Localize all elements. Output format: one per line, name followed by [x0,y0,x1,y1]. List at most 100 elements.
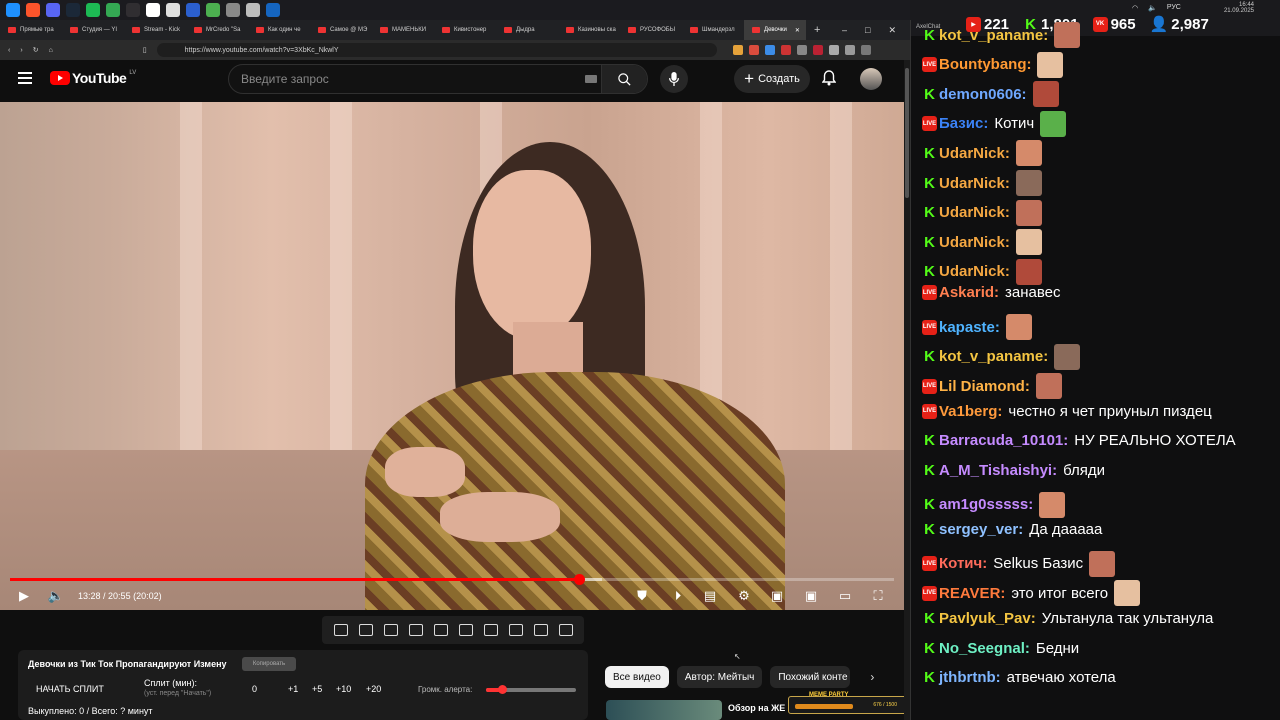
alert-volume-slider[interactable] [486,685,576,694]
broadcast-icon[interactable] [358,624,373,636]
speed-icon[interactable] [483,624,498,636]
extension-icon[interactable] [780,45,791,55]
app-icon[interactable] [166,3,180,17]
close-tab-icon[interactable]: ✕ [795,27,800,34]
browser-tab[interactable]: МАМЕНЬКИ [372,20,434,40]
chat-username[interactable]: Barracuda_10101: [939,432,1068,449]
discord-icon[interactable] [46,3,60,17]
browser-tab[interactable]: Казиновы ска [558,20,620,40]
chat-username[interactable]: Bountybang: [939,56,1031,73]
frame-icon[interactable] [458,624,473,636]
browser-tab[interactable]: Как один че [248,20,310,40]
extension-icon[interactable] [860,45,871,55]
gear-icon[interactable] [558,624,573,636]
reload-icon[interactable]: ↻ [33,46,39,54]
add-icon[interactable] [508,624,523,636]
browser-tab[interactable]: Прямые тра [0,20,62,40]
chat-username[interactable]: jthbrtnb: [939,669,1001,686]
browser-tab[interactable]: Студия — YI [62,20,124,40]
chat-username[interactable]: Котич: [939,555,987,572]
windows-icon[interactable] [6,3,20,17]
increment-button[interactable]: +1 [288,684,298,694]
fullscreen-icon[interactable]: ⛶ [870,588,886,604]
extension-icon[interactable] [844,45,855,55]
scrollbar-thumb[interactable] [905,68,909,198]
wifi-icon[interactable]: ◠ [1132,4,1138,12]
chip-similar[interactable]: Похожий конте [770,666,851,688]
chat-username[interactable]: REAVER: [939,585,1005,602]
split-minutes-value[interactable]: 0 [252,684,257,694]
chat-username[interactable]: UdarNick: [939,263,1010,280]
extension-icon[interactable] [732,45,743,55]
chat-username[interactable]: kot_v_paname: [939,348,1048,365]
back-icon[interactable]: ‹ [8,47,10,54]
app-icon[interactable] [206,3,220,17]
app-icon[interactable] [186,3,200,17]
slider-handle[interactable] [498,685,508,694]
chat-username[interactable]: Va1berg: [939,403,1002,420]
chat-username[interactable]: am1g0sssss: [939,496,1033,513]
chat-username[interactable]: No_Seegnal: [939,640,1030,657]
voice-search-button[interactable] [660,65,688,93]
home-icon[interactable]: ⌂ [49,47,53,54]
app-icon[interactable] [226,3,240,17]
theater-mode-icon[interactable]: ▭ [837,588,853,604]
create-button[interactable]: + Создать [734,65,810,93]
progress-bar[interactable] [10,574,894,585]
settings-icon[interactable]: ⚙ [736,588,752,604]
chat-username[interactable]: kot_v_paname: [939,27,1048,44]
spotify-icon[interactable] [86,3,100,17]
browser-tab[interactable]: Самое @ МЭ [310,20,372,40]
shield-icon[interactable]: ⛊ [634,588,650,604]
browser-tab[interactable]: Девочки ✕ [744,20,806,40]
increment-button[interactable]: +20 [366,684,381,694]
steam-icon[interactable] [66,3,80,17]
search-input[interactable] [229,72,569,86]
search-button[interactable] [601,65,647,93]
url-field[interactable]: https://www.youtube.com/watch?v=3XbKc_Nk… [156,43,717,57]
pip-icon[interactable]: ▣ [803,588,819,604]
browser-tab[interactable]: Дыдра [496,20,558,40]
avatar[interactable] [860,68,882,90]
close-icon[interactable]: ✕ [888,25,896,36]
browser-tab[interactable]: РУСОФОБЫ [620,20,682,40]
crop-icon[interactable] [433,624,448,636]
obs-icon[interactable] [126,3,140,17]
increment-button[interactable]: +5 [312,684,322,694]
language-indicator[interactable]: РУС [1167,4,1181,12]
miniplayer-icon[interactable]: ▣ [769,588,785,604]
system-clock[interactable]: 16:44 21.09.2025 [1224,2,1254,14]
browser-tab[interactable]: Stream - Kick [124,20,186,40]
chat-username[interactable]: Askarid: [939,284,999,301]
extension-icon[interactable] [748,45,759,55]
screenshot-icon[interactable] [383,624,398,636]
bookmark-icon[interactable]: ▯ [143,46,147,54]
forward-icon[interactable]: › [20,47,22,54]
video-player[interactable]: ▶ 🔈 13:28 / 20:55 (20:02) ⛊ ⏵ ▤ ⚙ ▣ ▣ ▭ … [0,102,904,610]
chat-username[interactable]: UdarNick: [939,204,1010,221]
chip-all-videos[interactable]: Все видео [605,666,669,688]
camera-icon[interactable] [533,624,548,636]
maximize-icon[interactable]: □ [865,25,870,36]
menu-icon[interactable] [18,72,32,84]
app-icon[interactable] [246,3,260,17]
chat-username[interactable]: Pavlyuk_Pav: [939,610,1036,627]
browser-tab[interactable]: Шмандерзл [682,20,744,40]
chat-username[interactable]: UdarNick: [939,234,1010,251]
browser-tab[interactable]: Кивистонер [434,20,496,40]
chrome-icon[interactable] [106,3,120,17]
chat-username[interactable]: UdarNick: [939,175,1010,192]
chat-username[interactable]: Базис: [939,115,988,132]
start-split-button[interactable]: НАЧАТЬ СПЛИТ [36,684,104,694]
minimize-icon[interactable]: – [842,25,847,36]
app-icon[interactable] [266,3,280,17]
subtitles-icon[interactable]: ▤ [702,588,718,604]
youtube-logo[interactable]: YouTube LV [50,70,136,86]
chat-username[interactable]: demon0606: [939,86,1027,103]
autoplay-toggle[interactable]: ⏵ [666,588,690,604]
keyboard-icon[interactable] [585,75,597,83]
chevron-right-icon[interactable]: › [870,670,874,684]
chat-username[interactable]: Lil Diamond: [939,378,1030,395]
recommendation-thumbnail[interactable] [606,700,722,720]
copy-button[interactable]: Копировать [242,657,296,671]
